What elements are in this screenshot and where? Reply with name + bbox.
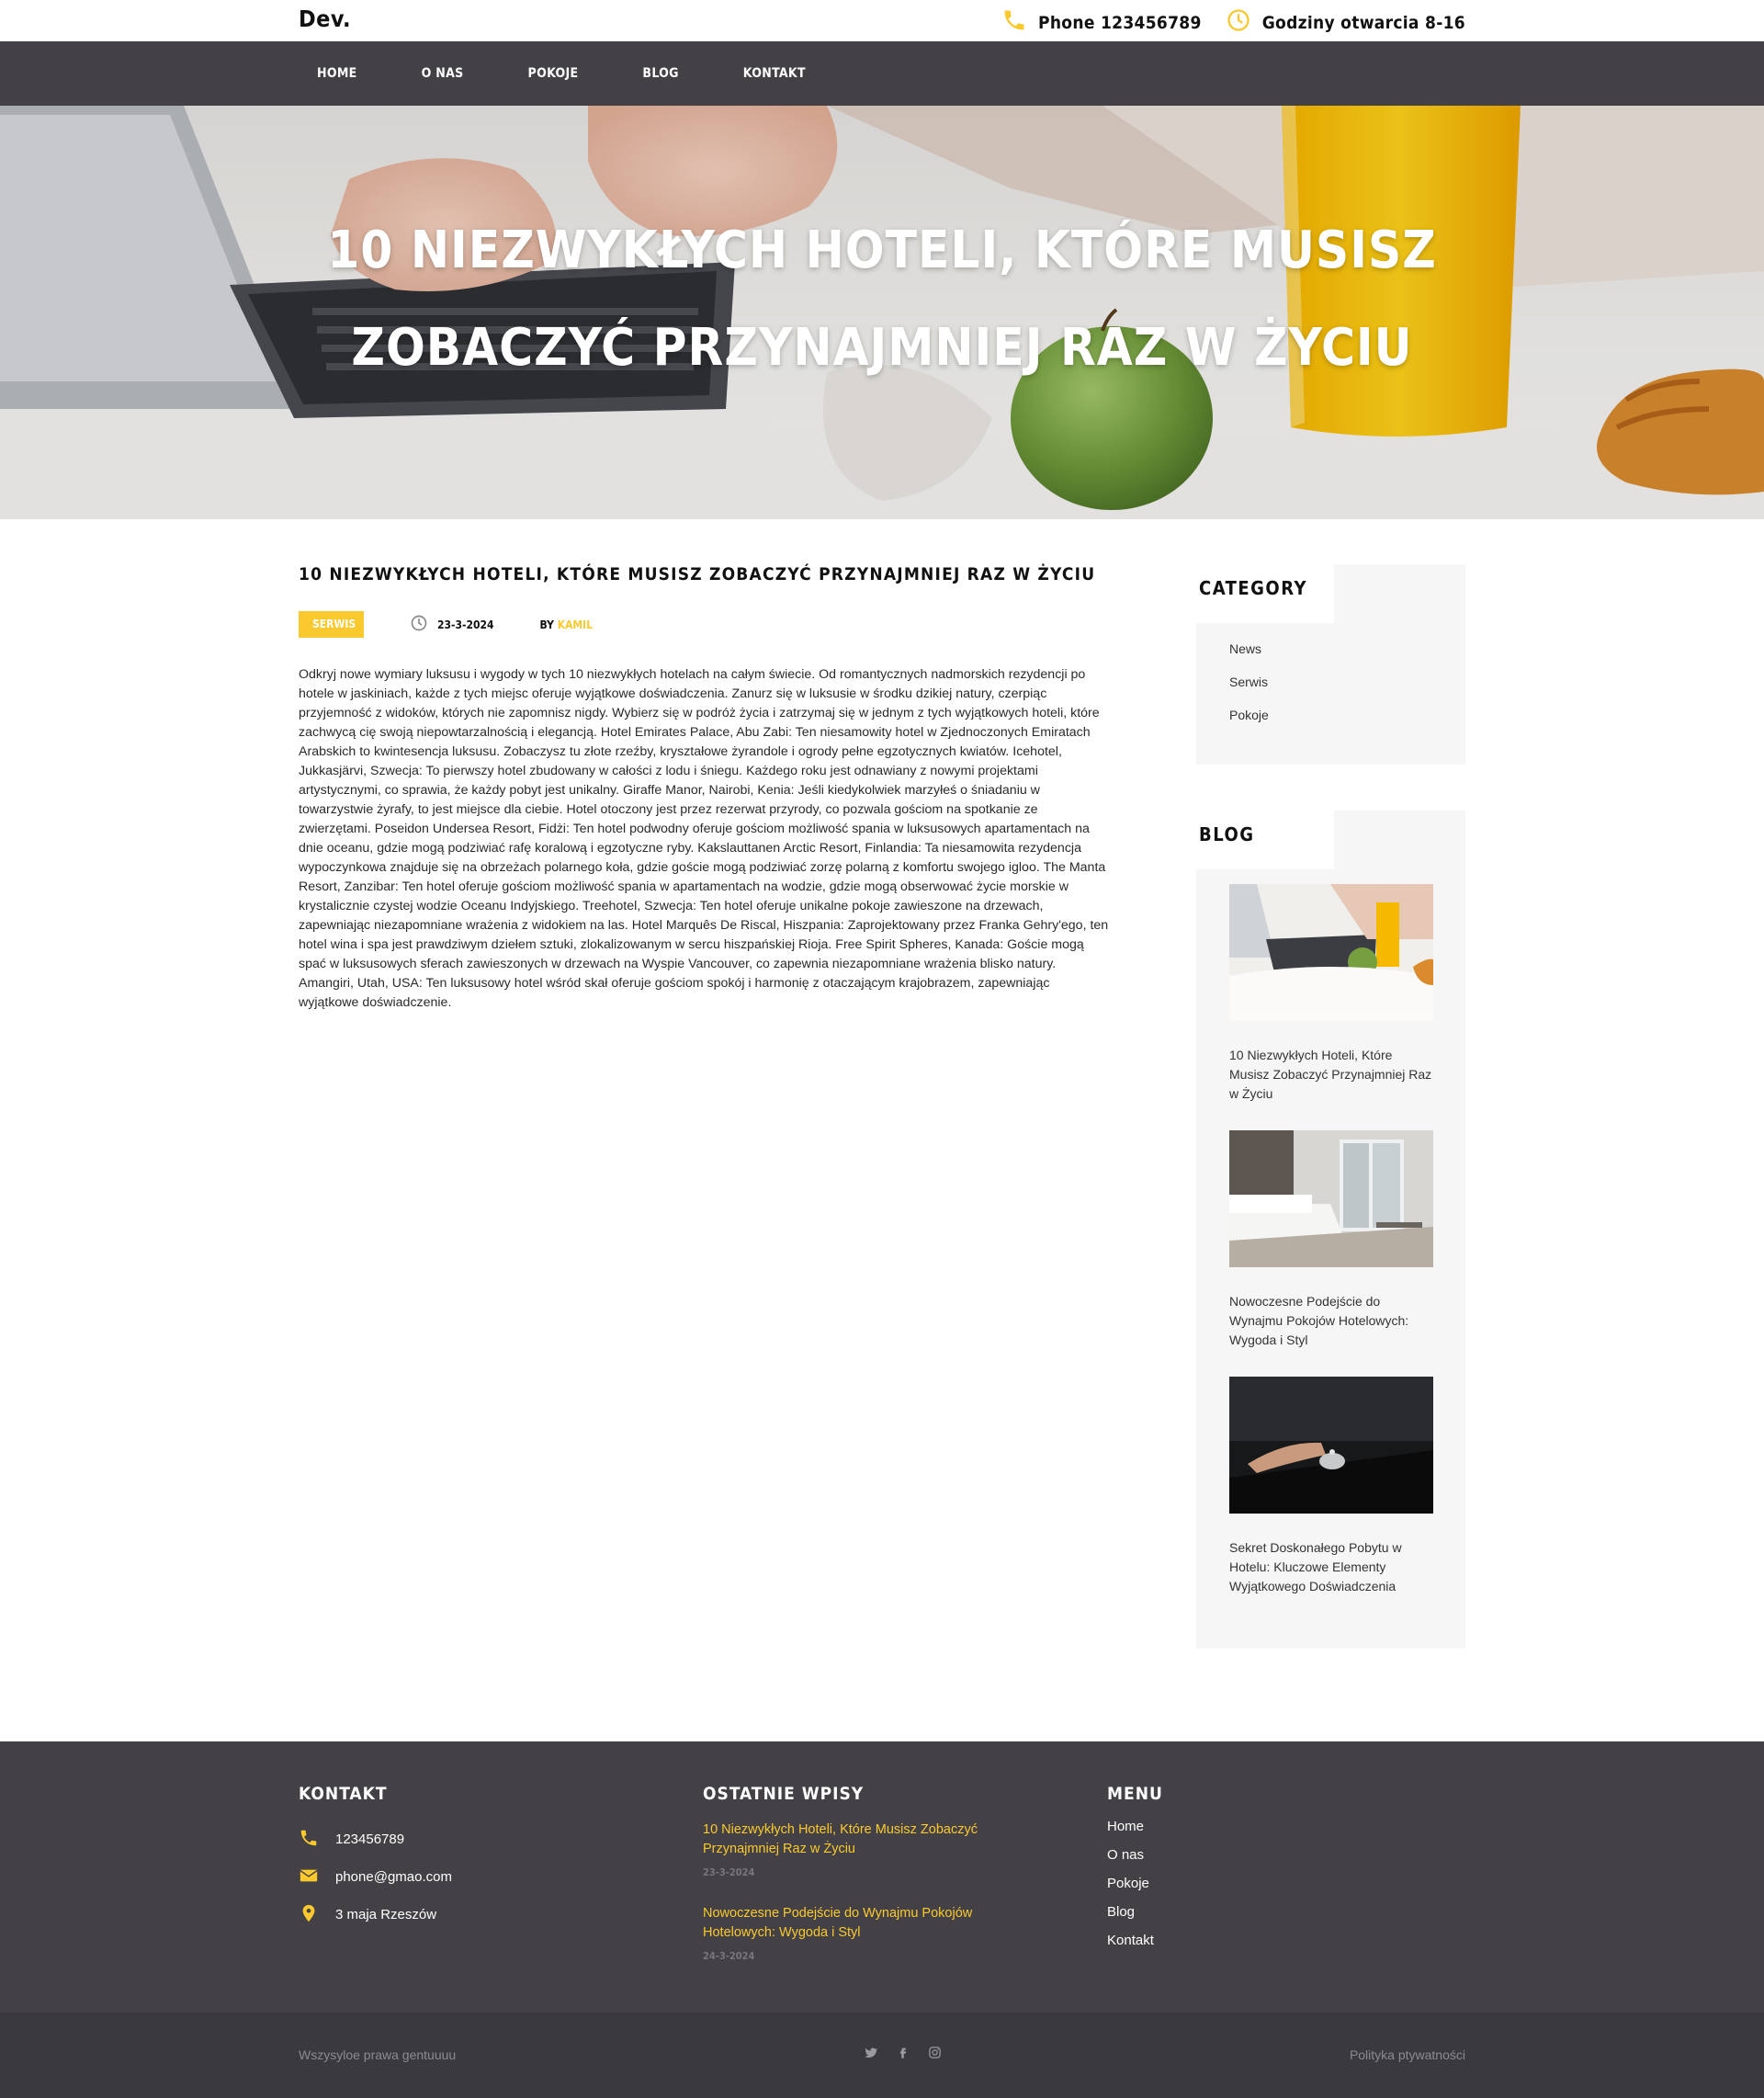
sidebar-post[interactable]: Nowoczesne Podejście do Wynajmu Pokojów …: [1229, 1130, 1433, 1350]
twitter-icon[interactable]: [864, 2046, 878, 2064]
blog-widget-title: BLOG: [1199, 823, 1255, 845]
footer-menu-pokoje[interactable]: Pokoje: [1107, 1876, 1163, 1904]
footer-recent-post-title[interactable]: 10 Niezwykłych Hoteli, Które Musisz Zoba…: [703, 1820, 1006, 1859]
sidebar-post[interactable]: Sekret Doskonałego Pobytu w Hotelu: Kluc…: [1229, 1377, 1433, 1596]
mail-icon: [299, 1866, 319, 1889]
footer-phone-text: 123456789: [335, 1831, 405, 1847]
hero-title-line1: 10 NIEZWYKŁYCH HOTELI, KTÓRE MUSISZ: [327, 221, 1437, 280]
footer-recent-post-date: 24-3-2024: [703, 1950, 755, 1962]
instagram-icon[interactable]: [928, 2046, 942, 2064]
nav-pokoje[interactable]: POKOJE: [528, 66, 579, 81]
main-nav: HOME O NAS POKOJE BLOG KONTAKT: [317, 41, 806, 106]
hero-banner: 10 NIEZWYKŁYCH HOTELI, KTÓRE MUSISZ ZOBA…: [0, 106, 1764, 519]
author-name[interactable]: KAMIL: [558, 618, 593, 631]
footer-email: phone@gmao.com: [299, 1858, 452, 1896]
top-hours-text: Godziny otwarcia 8-16: [1261, 12, 1465, 33]
footer-recent: OSTATNIE WPISY 10 Niezwykłych Hoteli, Kt…: [703, 1784, 1006, 1988]
footer-menu: MENU Home O nas Pokoje Blog Kontakt: [1107, 1784, 1163, 1961]
privacy-link[interactable]: Polityka ptywatności: [1350, 2047, 1465, 2062]
footer-address-text: 3 maja Rzeszów: [335, 1907, 437, 1922]
category-item-serwis[interactable]: Serwis: [1229, 673, 1269, 706]
footer-menu-kontakt[interactable]: Kontakt: [1107, 1933, 1163, 1961]
footer-recent-post-title[interactable]: Nowoczesne Podejście do Wynajmu Pokojów …: [703, 1904, 1006, 1943]
post-thumbnail[interactable]: [1229, 1130, 1433, 1267]
post-title[interactable]: Nowoczesne Podejście do Wynajmu Pokojów …: [1229, 1292, 1433, 1350]
clock-icon: [410, 614, 428, 635]
nav-blog[interactable]: BLOG: [642, 66, 678, 81]
footer-email-text[interactable]: phone@gmao.com: [335, 1869, 452, 1885]
footer-address: 3 maja Rzeszów: [299, 1896, 452, 1934]
footer-recent-post: Nowoczesne Podejście do Wynajmu Pokojów …: [703, 1904, 1006, 1962]
footer-recent-title: OSTATNIE WPISY: [703, 1784, 865, 1804]
footer-phone: 123456789: [299, 1820, 452, 1858]
top-bar: Dev. Phone 123456789 Godziny otwarcia 8-…: [0, 0, 1764, 41]
copyright-text: Wszysyloe prawa gentuuuu: [299, 2047, 457, 2062]
social-links: [864, 2046, 942, 2064]
footer-menu-o-nas[interactable]: O nas: [1107, 1847, 1163, 1876]
footer-recent-post: 10 Niezwykłych Hoteli, Które Musisz Zoba…: [703, 1820, 1006, 1878]
hero-title: 10 NIEZWYKŁYCH HOTELI, KTÓRE MUSISZ ZOBA…: [0, 202, 1764, 397]
footer-contact: KONTAKT 123456789 phone@gmao.com 3 maja …: [299, 1784, 452, 1934]
post-title[interactable]: Sekret Doskonałego Pobytu w Hotelu: Kluc…: [1229, 1538, 1433, 1596]
footer: KONTAKT 123456789 phone@gmao.com 3 maja …: [0, 1741, 1764, 2013]
bottom-bar: Wszysyloe prawa gentuuuu Polityka ptywat…: [0, 2013, 1764, 2098]
facebook-icon[interactable]: [896, 2046, 910, 2064]
post-title[interactable]: 10 Niezwykłych Hoteli, Które Musisz Zoba…: [1229, 1046, 1433, 1104]
article-author: BY KAMIL: [540, 618, 594, 631]
footer-contact-title: KONTAKT: [299, 1784, 388, 1804]
article-title: 10 NIEZWYKŁYCH HOTELI, KTÓRE MUSISZ ZOBA…: [299, 564, 1096, 584]
category-badge[interactable]: SERWIS: [299, 611, 364, 638]
sidebar-post[interactable]: 10 Niezwykłych Hoteli, Które Musisz Zoba…: [1229, 884, 1433, 1104]
nav-o-nas[interactable]: O NAS: [422, 66, 464, 81]
category-widget-title: CATEGORY: [1199, 577, 1307, 599]
hero-title-line2: ZOBACZYĆ PRZYNAJMNIEJ RAZ W ŻYCIU: [351, 318, 1413, 378]
top-contact: Phone 123456789 Godziny otwarcia 8-16: [1001, 7, 1465, 38]
article-date-text: 23-3-2024: [437, 618, 494, 631]
main-nav-bar: HOME O NAS POKOJE BLOG KONTAKT: [0, 41, 1764, 106]
footer-menu-home[interactable]: Home: [1107, 1819, 1163, 1847]
clock-icon: [1226, 7, 1251, 38]
category-widget: CATEGORY News Serwis Pokoje: [1196, 564, 1465, 765]
phone-icon: [1001, 7, 1027, 38]
blog-widget: BLOG 10 Niezwykłych Hoteli, Które Musisz…: [1196, 811, 1465, 1649]
site-logo[interactable]: Dev.: [299, 6, 351, 32]
top-hours: Godziny otwarcia 8-16: [1226, 7, 1465, 38]
article-date: 23-3-2024: [410, 614, 494, 635]
article-meta: SERWIS 23-3-2024 BY KAMIL: [299, 611, 593, 638]
author-prefix: BY: [539, 618, 558, 631]
article-body: Odkryj nowe wymiary luksusu i wygody w t…: [299, 667, 1109, 1010]
phone-icon: [299, 1828, 319, 1852]
category-item-pokoje[interactable]: Pokoje: [1229, 706, 1269, 739]
category-item-news[interactable]: News: [1229, 640, 1269, 673]
footer-recent-post-date: 23-3-2024: [703, 1866, 755, 1878]
post-thumbnail[interactable]: [1229, 1377, 1433, 1514]
top-phone-text: Phone 123456789: [1038, 12, 1202, 33]
top-phone: Phone 123456789: [1001, 7, 1202, 38]
location-icon: [299, 1903, 319, 1927]
nav-kontakt[interactable]: KONTAKT: [743, 66, 806, 81]
footer-menu-blog[interactable]: Blog: [1107, 1904, 1163, 1933]
category-list: News Serwis Pokoje: [1229, 640, 1269, 739]
nav-home[interactable]: HOME: [317, 66, 357, 81]
post-thumbnail[interactable]: [1229, 884, 1433, 1021]
footer-menu-title: MENU: [1107, 1784, 1163, 1804]
